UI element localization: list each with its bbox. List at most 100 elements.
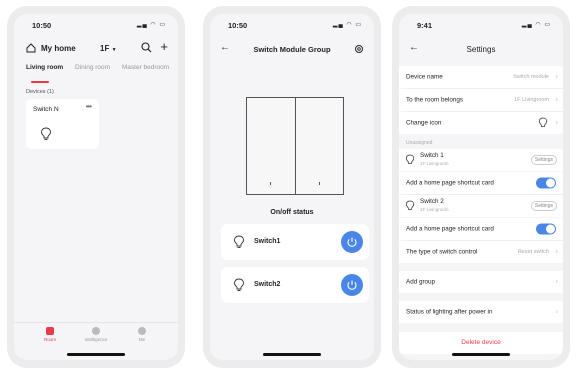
switch1-shortcut-toggle[interactable] [536, 177, 556, 189]
switch1-label: Switch1 [254, 238, 281, 245]
phone-switch-group: 10:50 ▂▄ ◠ ▭ ← Switch Module Group On/of… [203, 6, 381, 368]
chevron-right-icon: › [555, 248, 558, 256]
bulb-icon [234, 235, 244, 248]
panel-divider [295, 98, 296, 194]
change-icon-label: Change icon [406, 119, 442, 127]
devices-count-label: Devices (1) [26, 89, 54, 95]
switch2-settings-button[interactable]: Settings [530, 201, 557, 211]
switch2-shortcut-row: Add a home page shortcut card [399, 218, 563, 240]
chevron-down-icon: ▼ [111, 47, 117, 53]
home-indicator [67, 353, 125, 356]
page-title: Switch Module Group [253, 45, 331, 54]
room-value: 1F Livingroom [514, 97, 549, 103]
switch2-room: 1F Livingroom [420, 207, 449, 212]
switch2-shortcut-label: Add a home page shortcut card [406, 225, 494, 233]
nav-room-label: Room [43, 337, 56, 342]
switch1-indicator [270, 182, 271, 185]
device-card[interactable]: Switch N ••• [26, 99, 99, 149]
settings-header: ← Settings [399, 42, 563, 58]
switch2-shortcut-toggle[interactable] [536, 223, 556, 235]
switch2-card: Switch2 [221, 267, 369, 303]
status-time: 10:50 [32, 21, 52, 30]
tab-living-room[interactable]: Living room [26, 64, 63, 71]
power-icon [347, 237, 357, 247]
switch-panel-illustration [246, 97, 344, 195]
phone-settings: 9:41 ▂▄ ◠ ▭ ← Settings Device name Switc… [392, 6, 570, 368]
more-icon[interactable]: ••• [86, 102, 92, 111]
switch1-settings-button[interactable]: Settings [530, 155, 557, 165]
search-icon[interactable] [141, 42, 152, 53]
device-name: Switch N [33, 106, 59, 113]
phone-home: 10:50 ▂▄ ◠ ▭ My home 1F ▼ + Living room … [7, 6, 185, 368]
home-screen: 10:50 ▂▄ ◠ ▭ My home 1F ▼ + Living room … [14, 14, 178, 360]
switch-type-value: Reset switch [517, 249, 549, 255]
intelligence-icon [92, 327, 100, 335]
switch1-name: Switch 1 [420, 152, 444, 159]
delete-device-button[interactable]: Delete device [399, 332, 563, 354]
device-name-value: Switch module [513, 74, 549, 80]
power-button[interactable] [341, 231, 363, 253]
status-bar: 10:50 ▂▄ ◠ ▭ [14, 14, 178, 34]
switch-type-row[interactable]: The type of switch control Reset switch … [399, 241, 563, 263]
tab-master-bedroom[interactable]: Master bedroom [122, 64, 169, 71]
lighting-status-label: Status of lighting after power in [406, 308, 493, 316]
switch1-card: Switch1 [221, 224, 369, 260]
room-icon [46, 327, 54, 335]
settings-screen: 9:41 ▂▄ ◠ ▭ ← Settings Device name Switc… [399, 14, 563, 360]
chevron-right-icon: › [555, 308, 558, 316]
switch-group-header: ← Switch Module Group [210, 42, 374, 56]
home-header: My home 1F ▼ + [26, 39, 168, 56]
bottom-nav: Room Intelligence Me [14, 322, 178, 348]
switch1-room: 1F Livingroom [420, 161, 449, 166]
home-indicator [263, 353, 321, 356]
switch2-name: Switch 2 [420, 198, 444, 205]
onoff-status-label: On/off status [270, 209, 314, 216]
nav-intelligence[interactable]: Intelligence [76, 327, 116, 342]
switch1-row: Switch 1 1F Livingroom Settings [399, 149, 563, 171]
add-icon[interactable]: + [160, 39, 168, 54]
nav-intelligence-label: Intelligence [84, 337, 108, 342]
lighting-status-row[interactable]: Status of lighting after power in › [399, 301, 563, 323]
active-tab-indicator [31, 81, 49, 83]
bulb-icon [41, 127, 51, 140]
profile-icon [138, 327, 146, 335]
switch2-label: Switch2 [254, 281, 281, 288]
status-icons: ▂▄ ◠ ▭ [136, 22, 166, 28]
switch1-shortcut-row: Add a home page shortcut card [399, 172, 563, 194]
power-button[interactable] [341, 274, 363, 296]
add-group-row[interactable]: Add group › [399, 271, 563, 293]
status-bar: 10:50 ▂▄ ◠ ▭ [210, 14, 374, 34]
page-title: Settings [466, 45, 496, 54]
gear-icon[interactable] [354, 44, 364, 54]
status-time: 9:41 [417, 21, 433, 30]
bulb-icon [405, 200, 415, 210]
switch2-row: Switch 2 1F Livingroom Settings [399, 195, 563, 217]
chevron-right-icon: › [555, 119, 558, 127]
nav-me-label: Me [138, 337, 146, 342]
room-label: To the room belongs [406, 96, 464, 104]
tab-dining-room[interactable]: Dining room [75, 64, 110, 71]
chevron-right-icon: › [555, 73, 558, 81]
add-group-label: Add group [406, 278, 436, 286]
status-time: 10:50 [228, 21, 248, 30]
power-icon [347, 280, 357, 290]
floor-selector[interactable]: 1F ▼ [100, 44, 117, 53]
chevron-right-icon: › [555, 278, 558, 286]
device-name-row[interactable]: Device name Switch module › [399, 66, 563, 88]
nav-me[interactable]: Me [122, 327, 162, 342]
device-name-label: Device name [406, 73, 443, 81]
status-bar: 9:41 ▂▄ ◠ ▭ [399, 14, 563, 34]
change-icon-row[interactable]: Change icon › [399, 112, 563, 134]
bulb-icon [538, 117, 548, 127]
switch2-indicator [319, 182, 320, 185]
home-icon [26, 43, 36, 53]
switch1-shortcut-label: Add a home page shortcut card [406, 179, 494, 187]
room-row[interactable]: To the room belongs 1F Livingroom › [399, 89, 563, 111]
switch-group-screen: 10:50 ▂▄ ◠ ▭ ← Switch Module Group On/of… [210, 14, 374, 360]
status-icons: ▂▄ ◠ ▭ [521, 22, 551, 28]
home-title[interactable]: My home [41, 44, 76, 53]
status-icons: ▂▄ ◠ ▭ [332, 22, 362, 28]
bulb-icon [234, 278, 244, 291]
nav-room[interactable]: Room [30, 327, 70, 342]
unassigned-section-label: Unassigned [406, 140, 433, 146]
